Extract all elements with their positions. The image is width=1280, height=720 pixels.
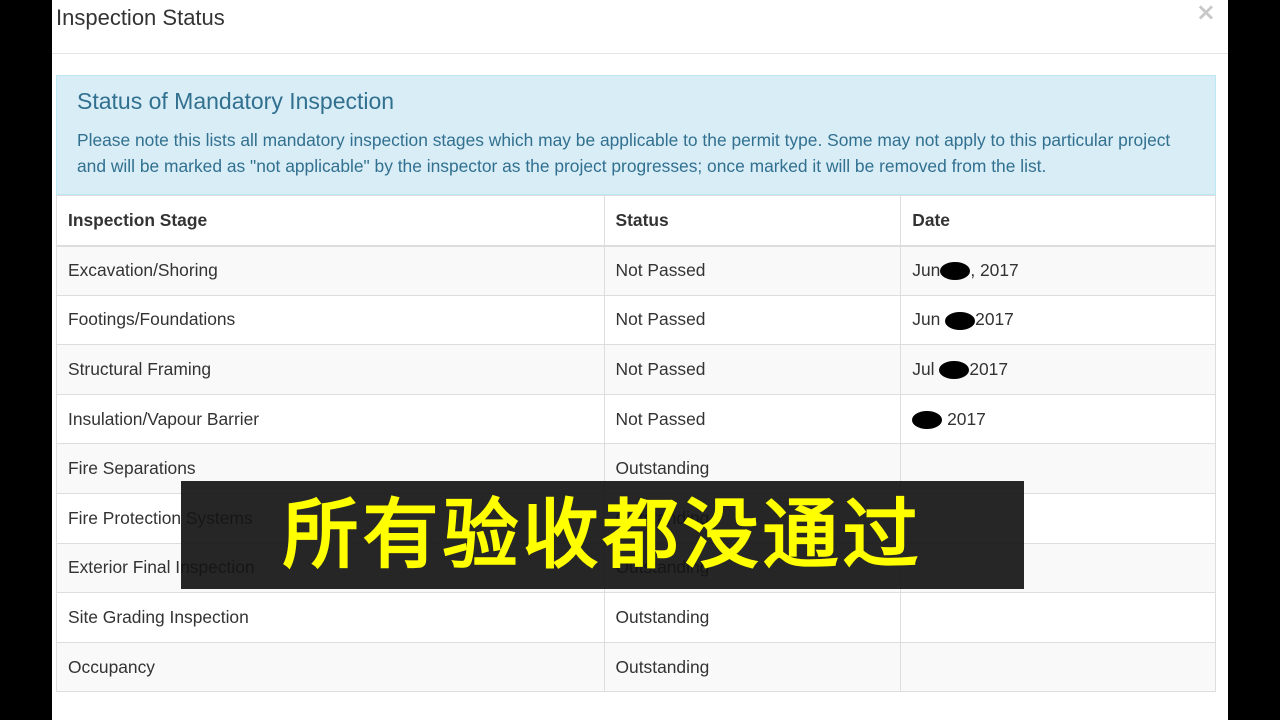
cell-status: Not Passed <box>603 344 902 395</box>
mandatory-inspection-info: Status of Mandatory Inspection Please no… <box>56 75 1216 195</box>
date-prefix: Jul <box>912 358 940 379</box>
header-status: Status <box>603 195 902 247</box>
cell-inspection-stage: Footings/Foundations <box>56 294 605 346</box>
header-date: Date <box>900 195 1216 247</box>
redaction-mark <box>912 410 943 429</box>
redaction-mark <box>939 361 970 380</box>
cell-status: Not Passed <box>603 294 902 346</box>
redaction-mark <box>940 262 971 281</box>
cell-status: Outstanding <box>603 592 902 643</box>
cell-inspection-stage: Occupancy <box>56 641 605 693</box>
info-heading: Status of Mandatory Inspection <box>77 88 395 114</box>
info-text: Please note this lists all mandatory ins… <box>77 130 1171 176</box>
inspection-table: Inspection Stage Status Date Excavation/… <box>56 195 1216 693</box>
redaction-mark <box>945 311 976 330</box>
modal-title: Inspection Status <box>56 5 225 30</box>
table-row: Excavation/Shoring Not Passed Jun , 2017 <box>56 245 1216 296</box>
table-row: Occupancy Outstanding <box>56 641 1216 693</box>
caption-overlay: 所有验收都没通过 <box>181 481 1024 589</box>
table-row: Structural Framing Not Passed Jul 2017 <box>56 344 1216 395</box>
table-row: Insulation/Vapour Barrier Not Passed 2017 <box>56 393 1216 445</box>
cell-status: Not Passed <box>603 245 902 296</box>
cell-inspection-stage: Excavation/Shoring <box>56 245 605 296</box>
cell-date <box>900 592 1216 643</box>
cell-date: Jun , 2017 <box>900 245 1216 296</box>
cell-date: Jun 2017 <box>900 294 1216 346</box>
header-inspection-stage: Inspection Stage <box>56 195 605 247</box>
date-suffix: 2017 <box>969 358 1009 379</box>
cell-date: 2017 <box>900 393 1216 445</box>
cell-status: Not Passed <box>603 393 902 445</box>
cell-date <box>900 641 1216 693</box>
cell-date: Jul 2017 <box>900 344 1216 395</box>
cell-status: Outstanding <box>603 641 902 693</box>
cell-inspection-stage: Structural Framing <box>56 344 605 395</box>
table-row: Site Grading Inspection Outstanding <box>56 592 1216 643</box>
table-row: Footings/Foundations Not Passed Jun 2017 <box>56 294 1216 346</box>
date-suffix: 2017 <box>975 309 1014 330</box>
close-icon[interactable]: × <box>1196 0 1216 24</box>
cell-inspection-stage: Insulation/Vapour Barrier <box>56 393 605 445</box>
table-header-row: Inspection Stage Status Date <box>56 195 1216 247</box>
cell-inspection-stage: Site Grading Inspection <box>56 592 605 643</box>
date-prefix: Jun <box>912 260 941 281</box>
date-prefix: Jun <box>912 309 946 330</box>
inspection-status-modal: Inspection Status × Status of Mandatory … <box>52 0 1228 720</box>
date-suffix: , 2017 <box>970 260 1019 281</box>
modal-header: Inspection Status × <box>52 0 1228 54</box>
date-suffix: 2017 <box>942 408 986 429</box>
